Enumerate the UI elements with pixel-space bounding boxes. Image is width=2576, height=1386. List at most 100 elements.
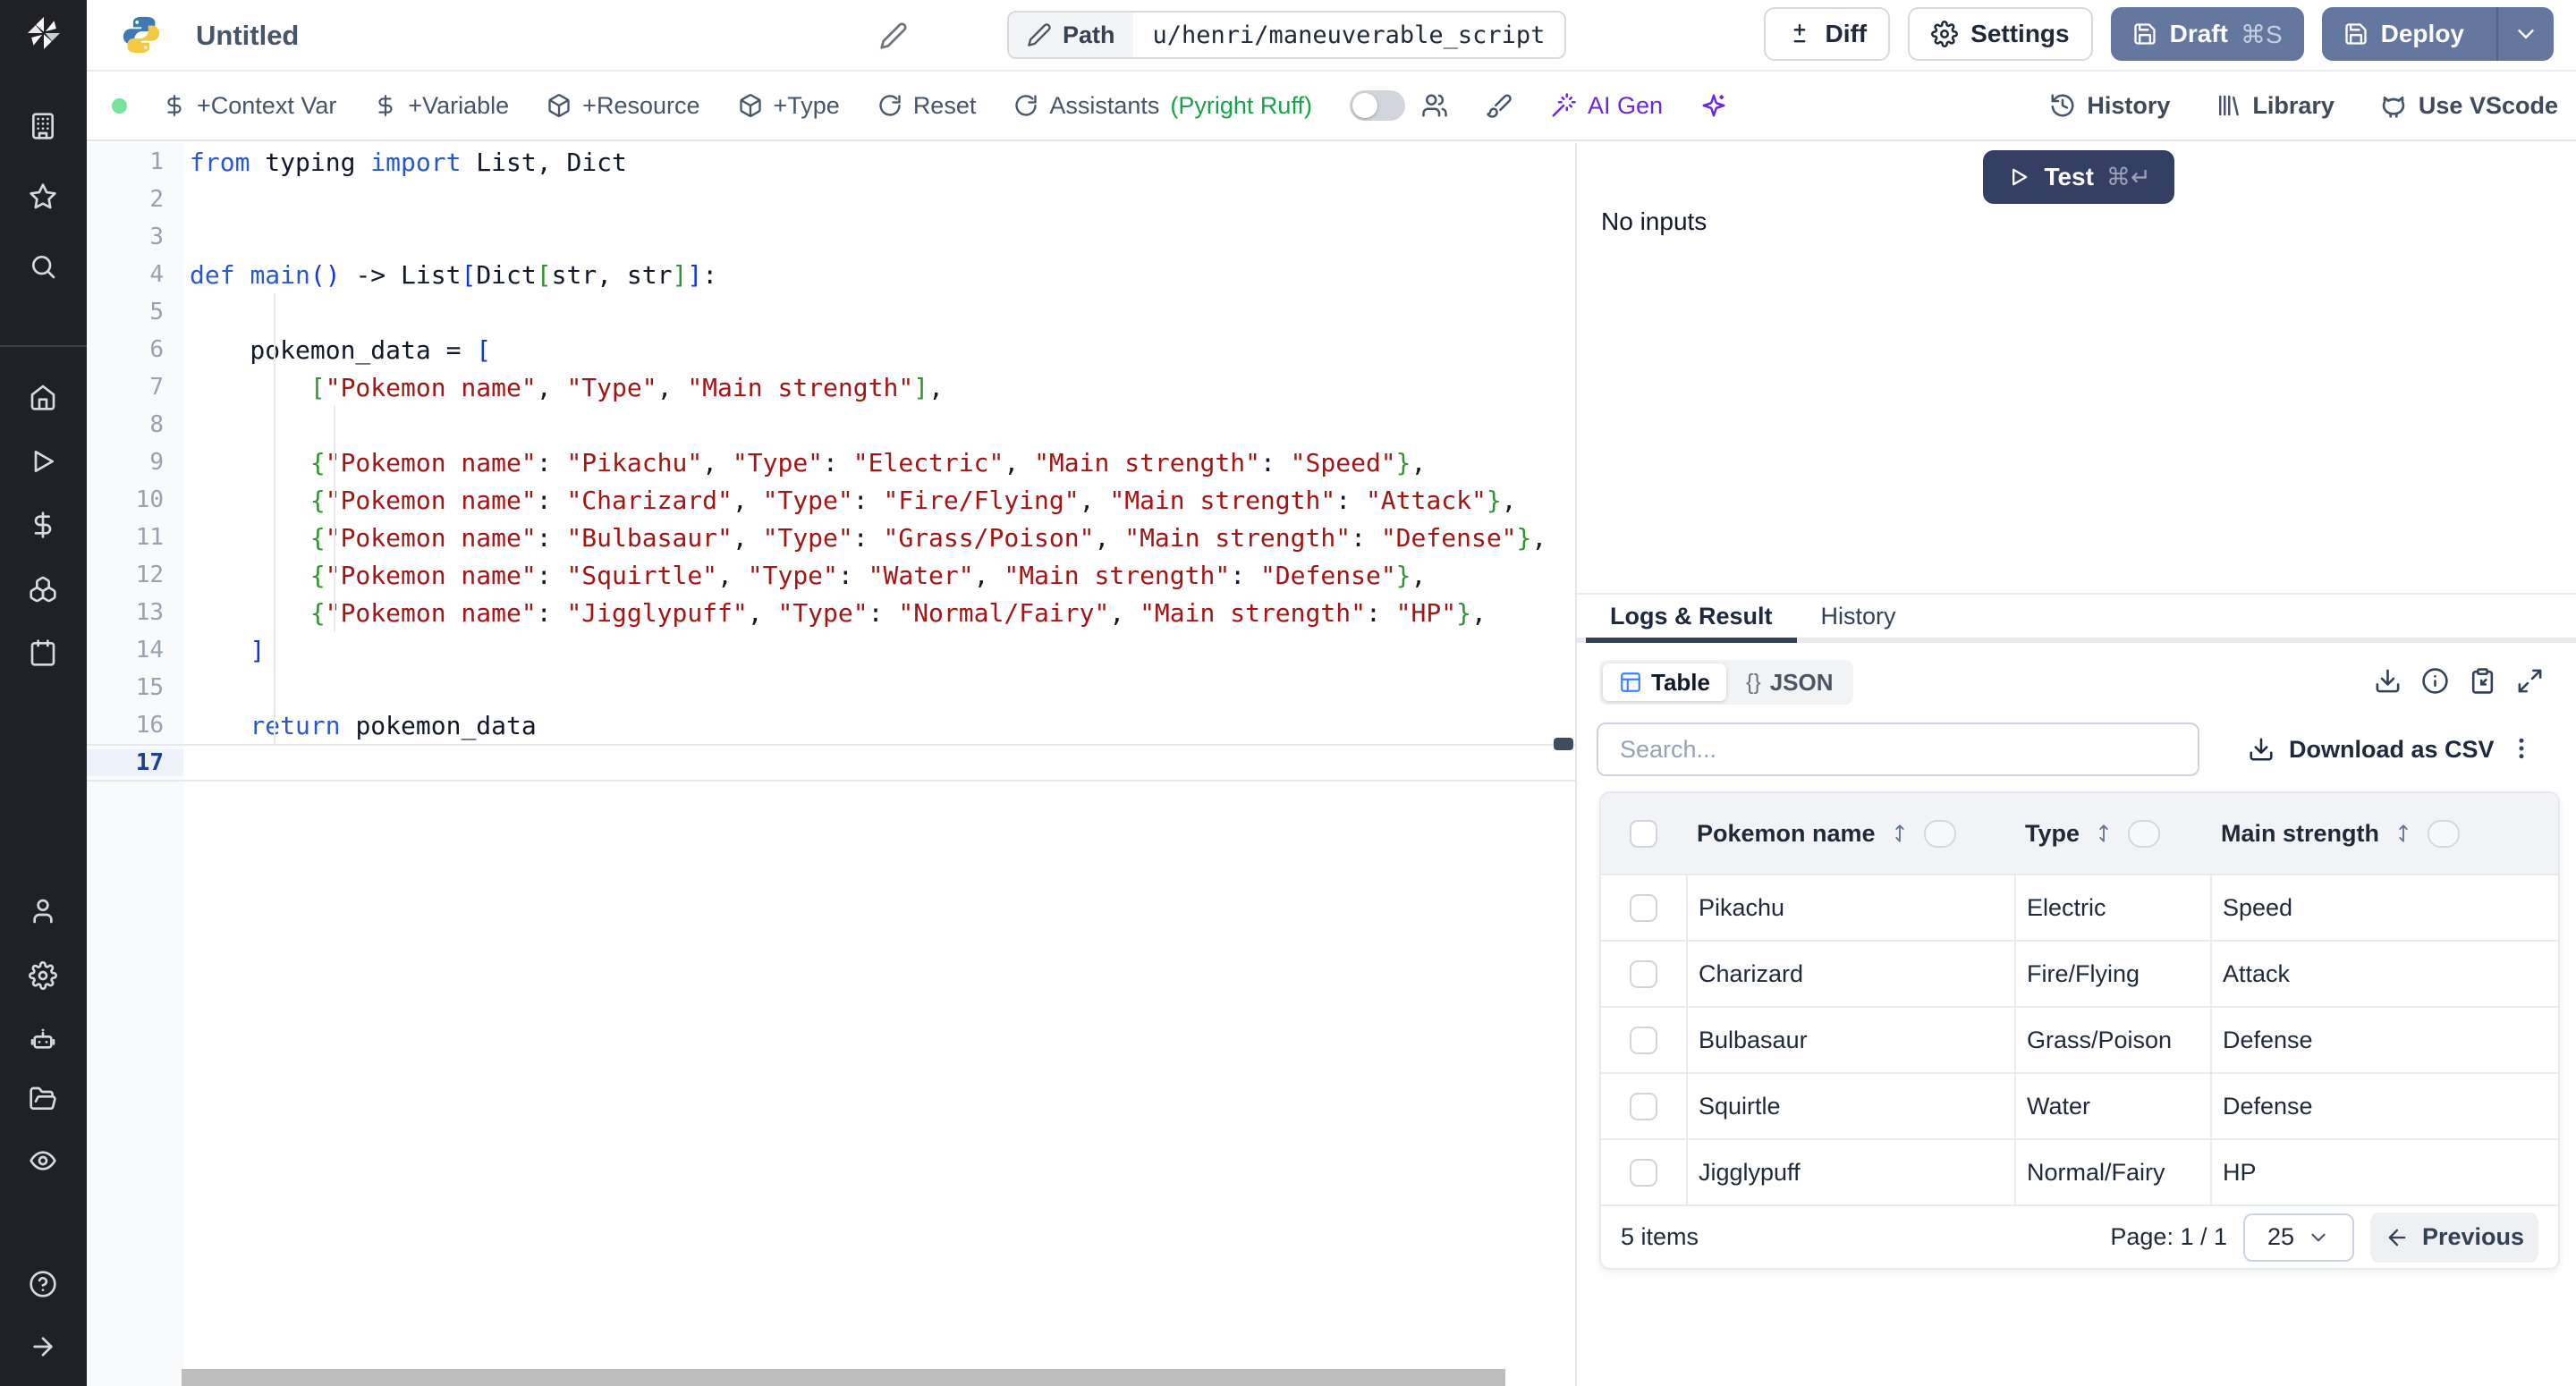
add-resource-button[interactable]: +Resource [547,92,699,120]
building-icon[interactable] [29,112,57,140]
add-context-var-button[interactable]: +Context Var [163,92,336,120]
previous-page-button[interactable]: Previous [2370,1213,2538,1263]
reset-button[interactable]: Reset [877,92,977,120]
row-checkbox[interactable] [1630,960,1657,988]
schedules-calendar-icon[interactable] [29,638,57,667]
code-line[interactable]: 9 {"Pokemon name": "Pikachu", "Type": "E… [87,444,1575,481]
line-number: 9 [87,449,183,476]
line-number: 3 [87,224,183,250]
variables-dollar-icon[interactable] [29,511,57,539]
runs-play-icon[interactable] [29,447,57,476]
column-header-main-strength[interactable]: Main strength [2221,820,2379,848]
info-icon[interactable] [2421,667,2449,695]
table-cell: Electric [2014,875,2210,940]
row-checkbox[interactable] [1630,1027,1657,1054]
expand-sidebar-arrow-icon[interactable] [29,1332,57,1361]
expand-fullscreen-icon[interactable] [2516,667,2544,695]
eye-icon[interactable] [29,1146,57,1175]
assistants-button[interactable]: Assistants (Pyright Ruff) [1013,92,1312,120]
row-checkbox[interactable] [1630,894,1657,922]
folder-icon[interactable] [29,1085,57,1113]
code-text: {"Pokemon name": "Bulbasaur", "Type": "G… [183,523,1575,553]
path-value[interactable]: u/henri/maneuverable_script [1133,13,1565,57]
add-type-button[interactable]: +Type [738,92,840,120]
ai-gen-button[interactable]: AI Gen [1550,92,1663,120]
column-filter-pill[interactable] [1924,820,1956,848]
add-context-var-label: +Context Var [197,92,336,120]
download-csv-button[interactable]: Download as CSV [2248,723,2495,776]
download-csv-label: Download as CSV [2289,736,2495,764]
user-icon[interactable] [29,897,57,925]
ai-sparkles-button[interactable] [1700,92,1727,119]
code-text: {"Pokemon name": "Squirtle", "Type": "Wa… [183,561,1575,590]
sort-icon[interactable] [2392,822,2415,845]
code-line[interactable]: 16 return pokemon_data [87,706,1575,744]
robot-icon[interactable] [29,1025,57,1053]
search-icon[interactable] [29,252,57,281]
deploy-button[interactable]: Deploy [2322,7,2554,61]
splitter-handle[interactable] [1554,738,1573,750]
sort-icon[interactable] [2092,822,2115,845]
search-input[interactable] [1597,723,2199,776]
code-line[interactable]: 11 {"Pokemon name": "Bulbasaur", "Type":… [87,519,1575,556]
vscode-button[interactable]: Use VScode [2379,91,2558,120]
code-line[interactable]: 3 [87,218,1575,256]
history-button[interactable]: History [2049,92,2170,120]
kebab-menu-icon[interactable] [2508,735,2535,762]
column-filter-pill[interactable] [2428,820,2460,848]
code-line[interactable]: 4def main() -> List[Dict[str, str]]: [87,256,1575,293]
column-header-type[interactable]: Type [2025,820,2080,848]
deploy-dropdown[interactable] [2496,7,2554,61]
rename-pencil-icon[interactable] [879,21,908,50]
home-icon[interactable] [29,383,57,411]
code-line[interactable]: 15 [87,669,1575,706]
row-checkbox[interactable] [1630,1159,1657,1187]
windmill-logo-icon[interactable] [23,13,64,54]
test-button[interactable]: Test ⌘↵ [1983,150,2174,204]
code-line[interactable]: 14 ] [87,631,1575,669]
draft-button[interactable]: Draft ⌘S [2111,7,2304,61]
code-line[interactable]: 2 [87,181,1575,218]
previous-label: Previous [2422,1223,2524,1251]
sort-icon[interactable] [1888,822,1911,845]
library-icon [2215,92,2241,119]
resources-cubes-icon[interactable] [29,575,57,604]
line-number: 13 [87,599,183,626]
diff-button[interactable]: Diff [1764,7,1890,61]
save-icon [2343,21,2368,46]
line-number: 1 [87,148,183,175]
select-all-checkbox[interactable] [1630,820,1657,848]
format-brush-button[interactable] [1486,92,1513,119]
code-line[interactable]: 8 [87,406,1575,444]
code-line[interactable]: 12 {"Pokemon name": "Squirtle", "Type": … [87,556,1575,594]
code-line[interactable]: 17 [87,744,1575,782]
library-button[interactable]: Library [2215,92,2334,120]
table-row: PikachuElectricSpeed [1601,874,2558,940]
column-header-pokemon-name[interactable]: Pokemon name [1697,820,1876,848]
add-variable-button[interactable]: +Variable [374,92,509,120]
gear-icon[interactable] [29,961,57,990]
code-line[interactable]: 7 ["Pokemon name", "Type", "Main strengt… [87,368,1575,406]
tab-logs-result[interactable]: Logs & Result [1586,595,1797,638]
help-icon[interactable] [29,1270,57,1298]
view-json-button[interactable]: {} JSON [1730,663,1850,701]
toggle-knob [1352,93,1377,118]
path-input[interactable]: Path u/henri/maneuverable_script [1007,11,1566,59]
tab-history[interactable]: History [1797,595,1920,638]
code-line[interactable]: 10 {"Pokemon name": "Charizard", "Type":… [87,481,1575,519]
row-checkbox[interactable] [1630,1093,1657,1120]
star-icon[interactable] [29,182,57,211]
assistants-toggle[interactable] [1350,90,1405,121]
editor-horizontal-scrollbar[interactable] [182,1369,1505,1386]
code-line[interactable]: 13 {"Pokemon name": "Jigglypuff", "Type"… [87,594,1575,631]
code-line[interactable]: 6 pokemon_data = [ [87,331,1575,368]
code-line[interactable]: 5 [87,293,1575,331]
code-editor[interactable]: 1from typing import List, Dict2 3 4def mai… [87,143,1575,1386]
settings-button[interactable]: Settings [1908,7,2092,61]
view-table-button[interactable]: Table [1603,663,1726,701]
clipboard-copy-icon[interactable] [2469,667,2496,695]
code-line[interactable]: 1from typing import List, Dict [87,143,1575,181]
column-filter-pill[interactable] [2128,820,2160,848]
download-icon[interactable] [2374,667,2402,695]
page-size-select[interactable]: 25 [2243,1213,2354,1262]
